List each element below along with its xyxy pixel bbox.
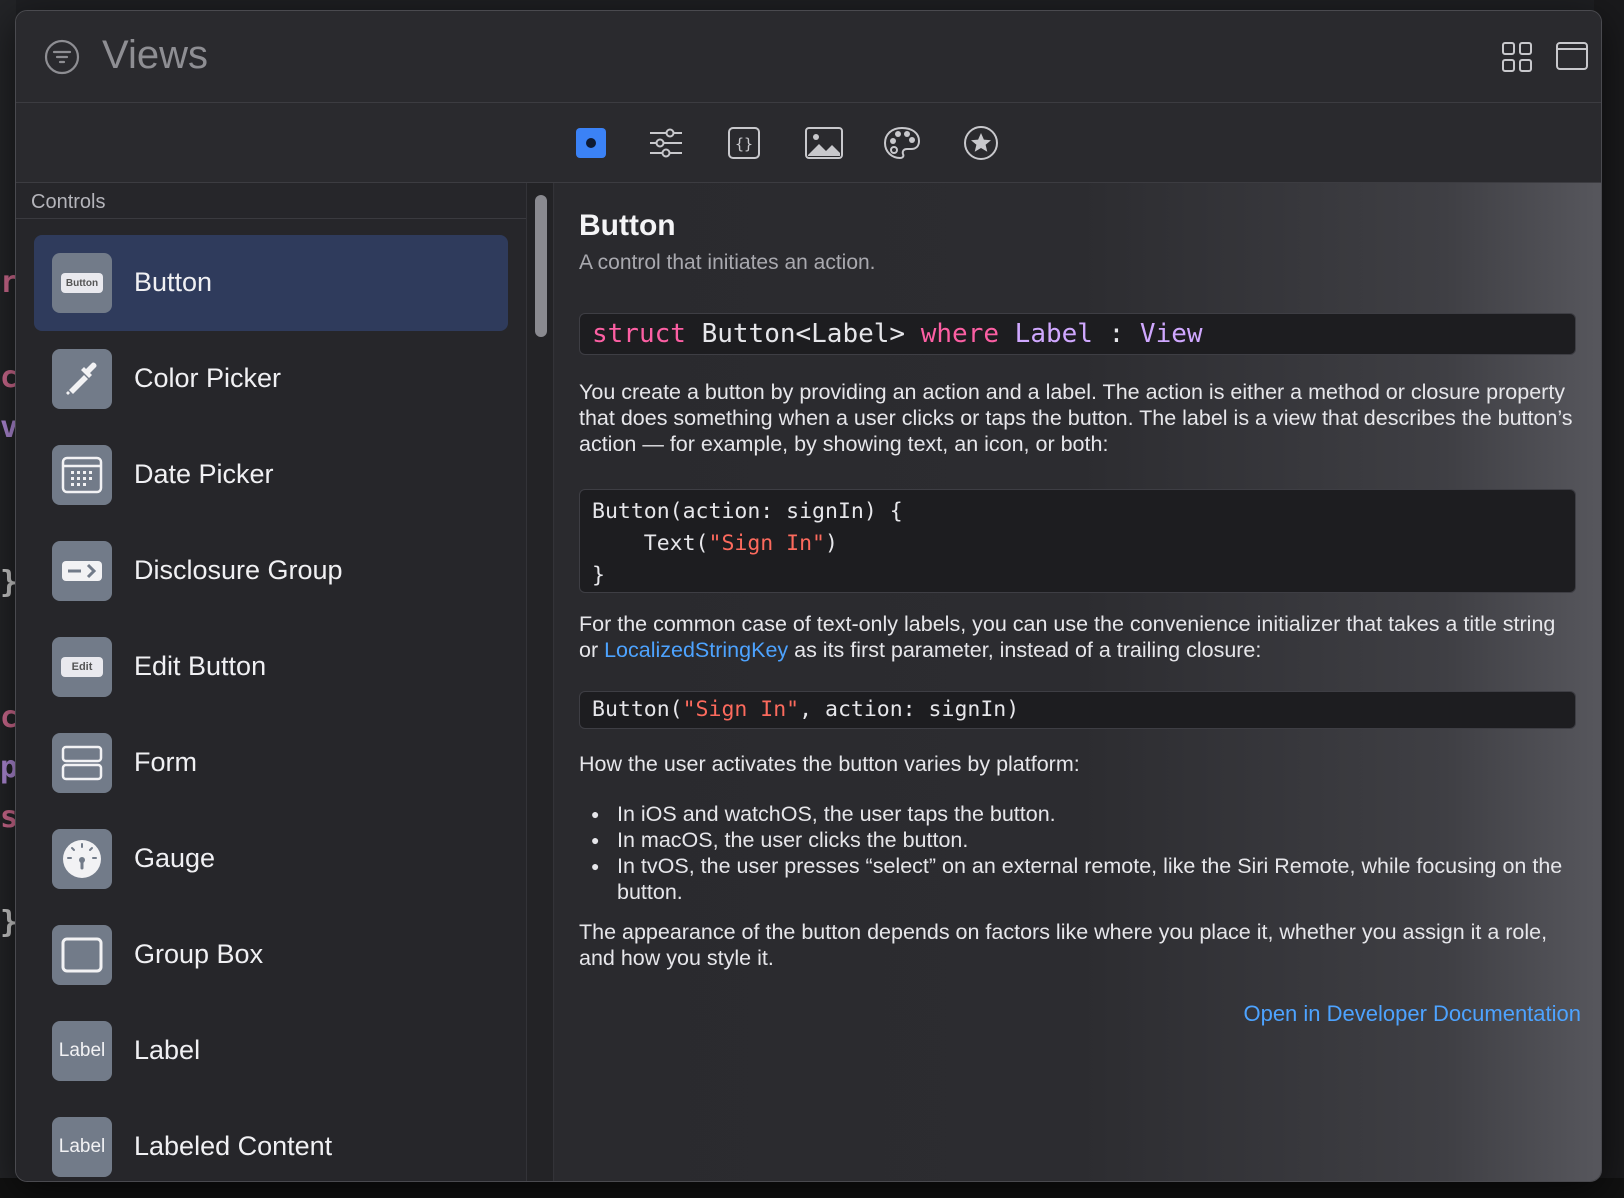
platform-list: In iOS and watchOS, the user taps the bu… <box>579 801 1579 905</box>
list-item-gauge[interactable]: Gauge <box>34 811 508 907</box>
svg-text:{}: {} <box>735 135 753 153</box>
localized-string-key-link[interactable]: LocalizedStringKey <box>604 638 788 662</box>
tab-modifiers[interactable] <box>646 123 686 163</box>
paragraph-1: You create a button by providing an acti… <box>579 380 1573 456</box>
icon-badge: Button <box>61 273 103 293</box>
list-item-label: Disclosure Group <box>134 555 343 585</box>
tab-views[interactable] <box>571 123 611 163</box>
scrollbar-thumb[interactable] <box>535 195 547 337</box>
search-field[interactable]: Views <box>102 33 208 78</box>
icon-badge: Label <box>58 1040 106 1061</box>
list-item-button[interactable]: Button Button <box>34 235 508 331</box>
code-text: : <box>1092 319 1140 349</box>
section-header: Controls <box>16 183 526 219</box>
controls-list: Button Button Color Picker Date Picker D… <box>34 235 508 1181</box>
paragraph-text: as its first parameter, instead of a tra… <box>788 638 1262 662</box>
section-title: Controls <box>31 191 106 213</box>
paragraph-2: For the common case of text-only labels,… <box>579 611 1579 663</box>
braces-icon: {} <box>728 127 760 159</box>
list-item-labeled-content[interactable]: Label Labeled Content <box>34 1099 508 1181</box>
code-string: "Sign In" <box>708 531 826 556</box>
code-type: View <box>1139 319 1203 349</box>
sliders-icon <box>650 128 682 158</box>
list-item: In macOS, the user clicks the button. <box>579 827 1579 853</box>
edit-button-icon: Edit <box>52 637 112 697</box>
paragraph-3: How the user activates the button varies… <box>579 752 1080 776</box>
list-item-label: Date Picker <box>134 459 274 489</box>
palette-icon <box>883 126 921 160</box>
list-item-label: Gauge <box>134 843 216 873</box>
views-tab-icon <box>576 128 606 158</box>
eyedropper-icon <box>52 349 112 409</box>
code-text: , action: signIn) <box>799 697 1020 722</box>
tab-colors[interactable] <box>882 123 922 163</box>
detail-subtitle: A control that initiates an action. <box>579 251 876 274</box>
gauge-icon <box>52 829 112 889</box>
tab-symbols[interactable] <box>961 123 1001 163</box>
code-example-1: Button(action: signIn) { Text("Sign In")… <box>579 489 1576 593</box>
list-item-disclosure-group[interactable]: Disclosure Group <box>34 523 508 619</box>
list-item-label[interactable]: Label Label <box>34 1003 508 1099</box>
list-item-label: Color Picker <box>134 363 282 393</box>
list-item-label: Label <box>134 1035 201 1065</box>
list-item-label: Edit Button <box>134 651 267 681</box>
list-item-group-box[interactable]: Group Box <box>34 907 508 1003</box>
label-icon: Label <box>52 1021 112 1081</box>
calendar-icon <box>52 445 112 505</box>
disclosure-icon <box>52 541 112 601</box>
code-text: ) <box>825 531 838 556</box>
labeled-content-icon: Label <box>52 1117 112 1177</box>
image-icon <box>805 127 843 159</box>
code-keyword: struct <box>592 319 686 349</box>
code-string: "Sign In" <box>682 697 800 722</box>
group-box-icon <box>52 925 112 985</box>
code-example-2: Button("Sign In", action: signIn) <box>579 691 1576 729</box>
icon-badge: Edit <box>61 657 103 677</box>
code-text: Text( <box>592 531 709 556</box>
tab-media[interactable] <box>804 123 844 163</box>
list-item-color-picker[interactable]: Color Picker <box>34 331 508 427</box>
list-item-label: Labeled Content <box>134 1131 333 1161</box>
sidebar-scrollbar[interactable] <box>526 183 554 1181</box>
library-sidebar: Controls Button Button Color Picker Date… <box>16 183 526 1181</box>
open-documentation-link[interactable]: Open in Developer Documentation <box>1243 1001 1581 1027</box>
filter-icon[interactable] <box>44 39 80 75</box>
code-line: Button(action: signIn) { <box>592 499 903 524</box>
declaration-code: struct Button<Label> where Label : View <box>579 313 1576 355</box>
list-item-date-picker[interactable]: Date Picker <box>34 427 508 523</box>
library-popover: Views {} Controls Button Button Color Pi… <box>15 10 1602 1182</box>
icon-badge: Label <box>58 1136 106 1157</box>
form-icon <box>52 733 112 793</box>
library-tab-bar: {} <box>16 103 1601 183</box>
code-text: Button<Label> <box>685 319 921 349</box>
code-text: Button( <box>592 697 683 722</box>
paragraph-4: The appearance of the button depends on … <box>579 920 1548 970</box>
list-item-form[interactable]: Form <box>34 715 508 811</box>
list-item-label: Form <box>134 747 197 777</box>
detail-title: Button <box>579 209 676 242</box>
code-line: } <box>592 563 605 588</box>
list-item-label: Group Box <box>134 939 264 969</box>
button-icon: Button <box>52 253 112 313</box>
code-type: Label <box>1014 319 1093 349</box>
window-icon[interactable] <box>1555 41 1589 71</box>
grid-view-icon[interactable] <box>1501 41 1533 73</box>
detail-pane: Button A control that initiates an actio… <box>555 183 1601 1181</box>
star-circle-icon <box>964 126 998 160</box>
background-gutter: r c v } c p s } <box>0 0 18 1198</box>
tab-snippets[interactable]: {} <box>724 123 764 163</box>
list-item-edit-button[interactable]: Edit Edit Button <box>34 619 508 715</box>
list-item: In tvOS, the user presses “select” on an… <box>579 853 1579 905</box>
code-keyword: where <box>920 319 1000 349</box>
list-item: In iOS and watchOS, the user taps the bu… <box>579 801 1579 827</box>
library-header: Views <box>16 11 1601 103</box>
list-item-label: Button <box>134 267 213 297</box>
